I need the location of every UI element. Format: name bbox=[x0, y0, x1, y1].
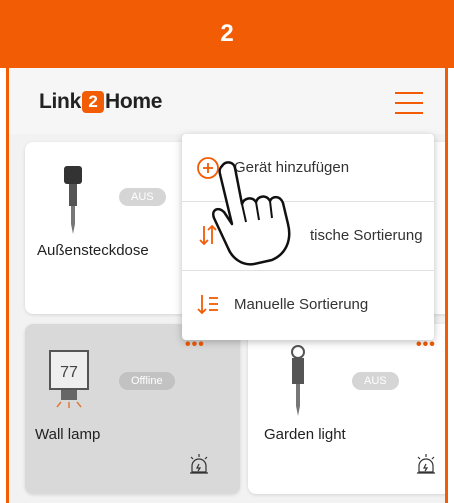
device-card-garden-light[interactable]: ••• AUS Garden light bbox=[248, 324, 445, 494]
svg-text:77: 77 bbox=[60, 364, 78, 381]
menu-item-label: Manuelle Sortierung bbox=[234, 295, 369, 313]
step-banner: 2 bbox=[0, 0, 454, 68]
outdoor-socket-icon bbox=[64, 166, 82, 234]
device-card-wall-lamp[interactable]: ••• 77 Offline Wall lamp bbox=[25, 324, 240, 494]
menu-item-manual-sort[interactable]: Manuelle Sortierung bbox=[182, 270, 434, 337]
sort-list-icon bbox=[197, 295, 218, 315]
device-name: Wall lamp bbox=[35, 426, 101, 443]
wall-lamp-icon: 77 bbox=[49, 350, 89, 408]
logo-text-left: Link bbox=[39, 90, 81, 113]
logo-two: 2 bbox=[81, 91, 104, 113]
status-badge: AUS bbox=[119, 188, 166, 206]
hamburger-menu-icon[interactable] bbox=[395, 92, 423, 114]
status-badge: Offline bbox=[119, 372, 175, 390]
step-number: 2 bbox=[220, 20, 234, 47]
alarm-icon[interactable] bbox=[187, 452, 211, 476]
logo-text-right: Home bbox=[104, 90, 163, 113]
alarm-icon[interactable] bbox=[414, 452, 438, 476]
garden-light-icon bbox=[291, 345, 305, 416]
pointing-hand-icon bbox=[212, 161, 291, 266]
device-name: Außensteckdose bbox=[37, 242, 149, 259]
device-name: Garden light bbox=[264, 426, 346, 443]
app-logo: Link 2 Home bbox=[39, 90, 162, 114]
app-header: Link 2 Home bbox=[9, 68, 445, 134]
status-badge: AUS bbox=[352, 372, 399, 390]
menu-item-label: tische Sortierung bbox=[310, 226, 423, 244]
